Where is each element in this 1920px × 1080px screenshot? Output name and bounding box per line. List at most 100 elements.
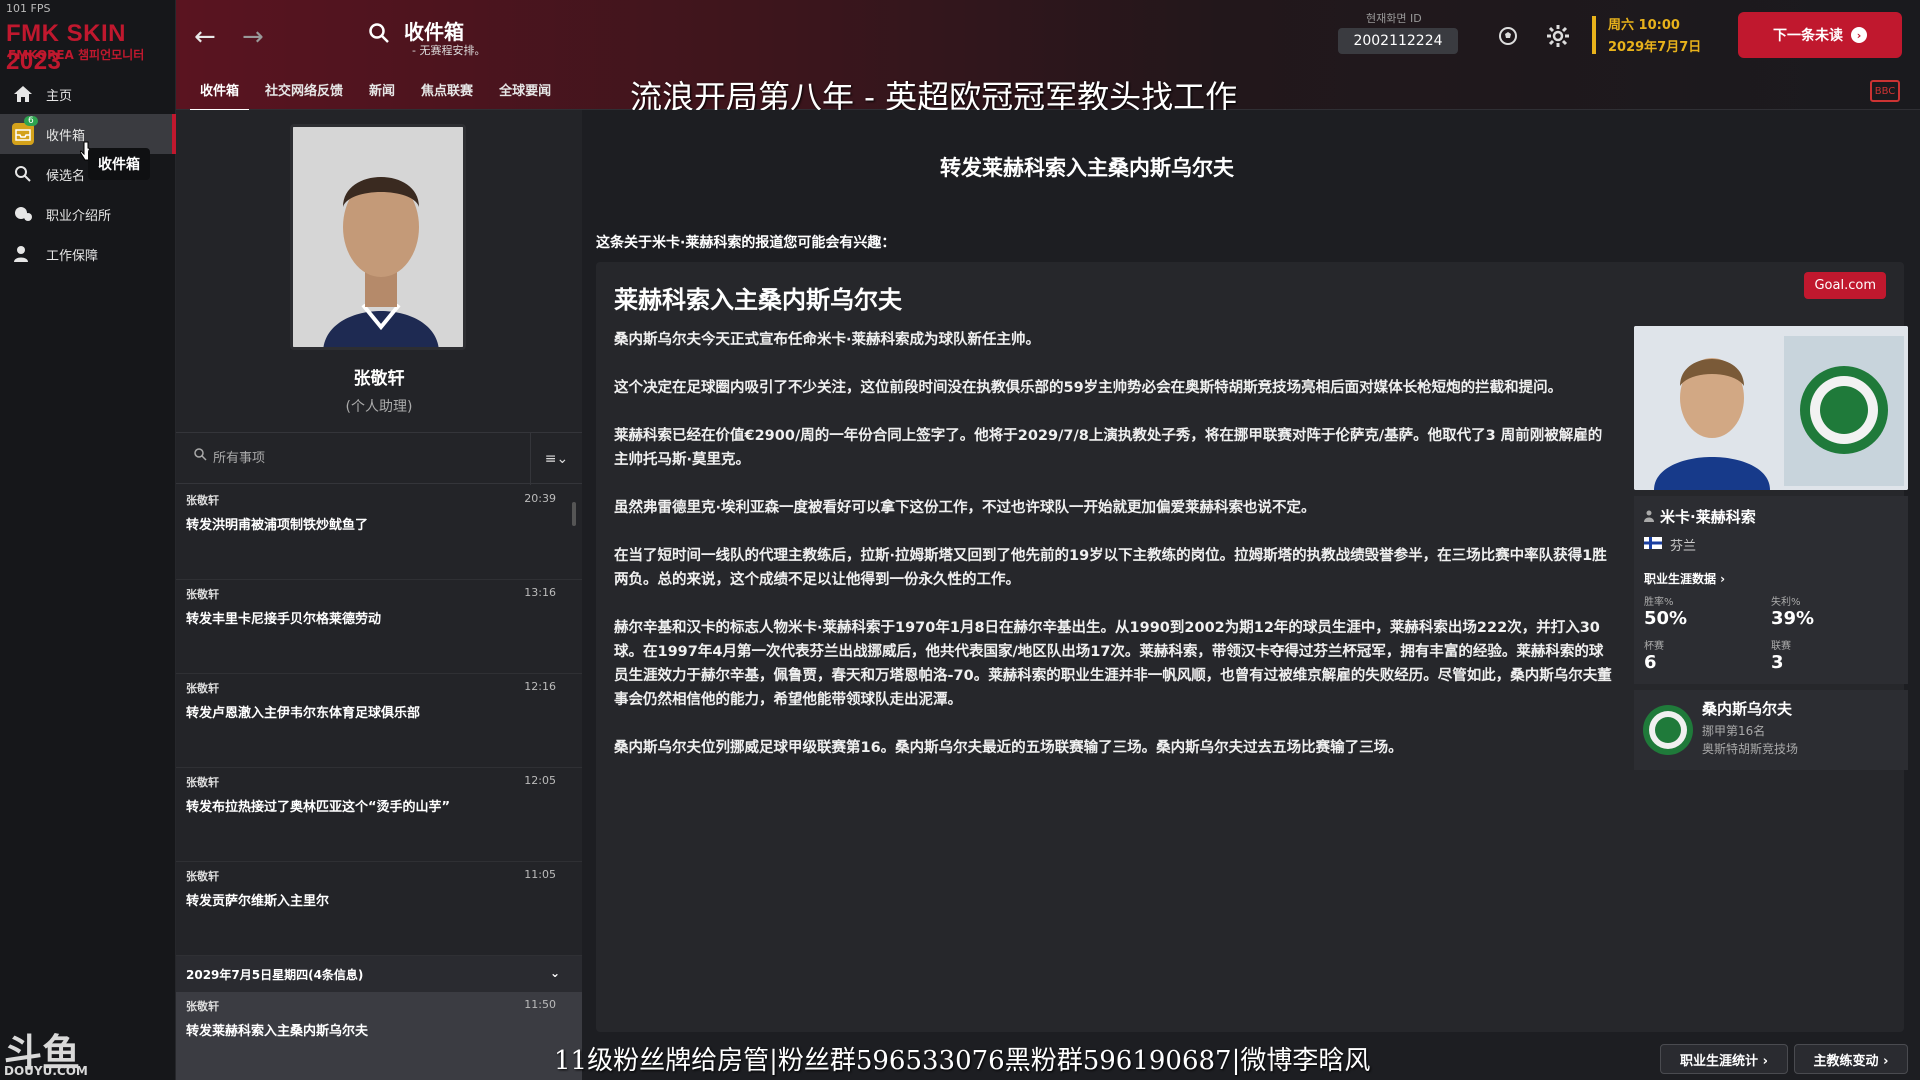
message-sender: 张敬轩	[186, 494, 219, 507]
club-name: 桑内斯乌尔夫	[1702, 700, 1793, 718]
stat-label: 杯赛	[1644, 641, 1664, 652]
article-paragraph: 这个决定在足球圈内吸引了不少关注，这位前段时间没在执教俱乐部的59岁主帅势必会在…	[614, 380, 1563, 396]
club-card[interactable]: 桑内斯乌尔夫 挪甲第16名 奥斯特胡斯竞技场	[1634, 690, 1908, 770]
message-subject: 转发莱赫科索入主桑内斯乌尔夫	[186, 1024, 369, 1039]
sidebar-item-home[interactable]: 主页	[0, 74, 176, 114]
message-subject: 转发丰里卡尼接手贝尔格莱德劳动	[186, 612, 382, 627]
list-filter-button[interactable]: ≡⌄	[530, 433, 582, 485]
tab-inbox[interactable]: 收件箱	[190, 76, 250, 112]
home-icon	[12, 83, 34, 105]
job-security-icon	[12, 243, 34, 265]
stream-overlay-bottom: 11级粉丝牌给房管|粉丝群596533076黑粉群596190687|微博李晗风	[554, 1046, 1371, 1076]
list-item[interactable]: 张敬轩 12:16 转发卢恩澈入主伊韦尔东体育足球俱乐部	[176, 674, 582, 768]
tab-social-feedback[interactable]: 社交网络反馈	[255, 76, 353, 112]
agency-icon	[12, 203, 34, 225]
message-subject: 转发贡萨尔维斯入主里尔	[186, 894, 330, 909]
message-time: 12:16	[524, 680, 556, 693]
message-subject: 转发布拉热接过了奥林匹亚这个“烫手的山芋”	[186, 800, 451, 815]
forward-arrow-icon[interactable]: →	[242, 22, 264, 52]
date-accent-bar	[1592, 16, 1596, 54]
article-paragraph: 莱赫科索已经在价值€2900/周的一年份合同上签字了。他将于2029/7/8上演…	[614, 428, 1603, 468]
stat-label: 联赛	[1771, 641, 1791, 652]
inbox-badge: 6	[24, 116, 38, 126]
person-icon	[1644, 508, 1654, 526]
list-item[interactable]: 张敬轩 12:05 转发布拉热接过了奥林匹亚这个“烫手的山芋”	[176, 768, 582, 862]
fps-counter: 101 FPS	[6, 2, 51, 15]
tab-focus-league[interactable]: 焦点联赛	[411, 76, 483, 112]
manager-nation-row: 芬兰	[1644, 535, 1898, 554]
message-time: 11:50	[524, 998, 556, 1011]
sidebar-item-label: 工作保障	[46, 248, 99, 264]
sidebar-item-job-security[interactable]: 工作保障	[0, 234, 176, 274]
next-unread-button[interactable]: 下一条未读 ›	[1738, 12, 1902, 58]
stat-label: 胜率%	[1644, 597, 1674, 608]
inbox-icon	[12, 123, 34, 145]
message-time: 20:39	[524, 492, 556, 505]
list-item[interactable]: 张敬轩 11:05 转发贡萨尔维斯入主里尔	[176, 862, 582, 956]
inbox-message-list: 张敬轩 20:39 转发洪明甫被浦项制铁炒鱿鱼了 张敬轩 13:16 转发丰里卡…	[176, 486, 582, 1080]
message-time: 13:16	[524, 586, 556, 599]
manager-info: 米卡·莱赫科索 芬兰 职业生涯数据 › 胜率% 50% 失利% 39% 杯赛 6…	[1634, 496, 1908, 684]
tab-world-news[interactable]: 全球要闻	[489, 76, 561, 112]
manager-nation: 芬兰	[1670, 539, 1697, 554]
manager-name-row[interactable]: 米卡·莱赫科索	[1644, 506, 1898, 527]
page-subtitle: - 无赛程安排。	[412, 44, 486, 57]
message-title: 转发莱赫科索入主桑内斯乌尔夫	[940, 156, 1234, 180]
article-paragraph: 桑内斯乌尔夫位列挪威足球甲级联赛第16。桑内斯乌尔夫最近的五场联赛输了三场。桑内…	[614, 740, 1403, 756]
screen-id-value: 2002112224	[1338, 28, 1458, 54]
assistant-role: (个人助理)	[345, 399, 413, 415]
search-icon[interactable]	[368, 22, 390, 48]
message-subject: 转发洪明甫被浦项制铁炒鱿鱼了	[186, 518, 369, 533]
list-item-selected[interactable]: 张敬轩 11:50 转发莱赫科索入主桑内斯乌尔夫	[176, 992, 582, 1080]
inbox-search-input[interactable]: 所有事项	[194, 447, 265, 466]
sidebar-item-label: 主页	[46, 88, 73, 104]
article-paragraph: 桑内斯乌尔夫今天正式宣布任命米卡·莱赫科索成为球队新任主帅。	[614, 332, 1041, 348]
stat-value: 50%	[1644, 608, 1688, 629]
screen-id-label: 현재화면 ID	[1366, 12, 1422, 25]
date-group-header[interactable]: 2029年7月5日星期四(4条信息) ⌄	[176, 956, 582, 992]
stat-value: 3	[1771, 652, 1784, 673]
career-data-link[interactable]: 职业生涯数据 ›	[1644, 570, 1898, 587]
bbc-icon[interactable]: BBC	[1870, 80, 1900, 102]
manager-card: 米卡·莱赫科索 芬兰 职业生涯数据 › 胜率% 50% 失利% 39% 杯赛 6…	[1634, 326, 1908, 770]
source-badge[interactable]: Goal.com	[1804, 272, 1886, 299]
manager-name: 米卡·莱赫科索	[1660, 508, 1756, 526]
list-item[interactable]: 张敬轩 20:39 转发洪明甫被浦项制铁炒鱿鱼了	[176, 486, 582, 580]
search-icon	[194, 448, 207, 465]
assistant-name: 张敬轩	[353, 369, 405, 389]
inbox-list-panel: 张敬轩 (个人助理) 所有事项 ≡⌄ 张敬轩 20:39 转发洪明甫被浦项制铁炒…	[176, 110, 582, 1080]
club-position: 挪甲第16名	[1702, 724, 1766, 738]
list-item[interactable]: 张敬轩 13:16 转发丰里卡尼接手贝尔格莱德劳动	[176, 580, 582, 674]
stat-cups: 杯赛 6	[1644, 637, 1771, 673]
message-sender: 张敬轩	[186, 1000, 219, 1013]
menu-icon: ≡⌄	[544, 451, 569, 467]
stat-value: 39%	[1771, 608, 1815, 629]
manager-photo[interactable]	[1634, 326, 1908, 490]
tab-news[interactable]: 新闻	[359, 76, 405, 112]
article-paragraph: 赫尔辛基和汉卡的标志人物米卡·莱赫科索于1970年1月8日在赫尔辛基出生。从19…	[614, 620, 1612, 708]
manager-moves-button[interactable]: 主教练变动 ›	[1794, 1044, 1908, 1074]
sidebar-item-label: 职业介绍所	[46, 208, 112, 224]
finland-flag-icon	[1644, 536, 1662, 553]
sidebar-item-agency[interactable]: 职业介绍所	[0, 194, 176, 234]
skin-logo-sub: FMKOREA 챔피언모니터	[8, 48, 145, 62]
football-icon[interactable]	[1498, 26, 1518, 50]
sidebar-tooltip: 收件箱	[88, 148, 150, 180]
career-stats-button[interactable]: 职业生涯统计 ›	[1660, 1044, 1788, 1074]
message-time: 11:05	[524, 868, 556, 881]
assistant-avatar	[290, 124, 466, 350]
douyu-watermark-sub: DOUYU.COM	[4, 1064, 88, 1078]
message-intro: 这条关于米卡·莱赫科索的报道您可能会有兴趣：	[596, 235, 896, 251]
back-arrow-icon[interactable]: ←	[194, 22, 216, 52]
club-stadium: 奥斯特胡斯竞技场	[1702, 742, 1799, 756]
message-subject: 转发卢恩澈入主伊韦尔东体育足球俱乐部	[186, 706, 421, 721]
inbox-search-placeholder: 所有事项	[213, 451, 266, 466]
page-title: 收件箱	[404, 20, 464, 44]
chevron-down-icon: ⌄	[549, 966, 560, 980]
current-time: 周六 10:00	[1608, 18, 1680, 33]
stat-loss-rate: 失利% 39%	[1771, 593, 1898, 629]
message-sender: 张敬轩	[186, 682, 219, 695]
gear-icon[interactable]	[1546, 24, 1570, 52]
message-sender: 张敬轩	[186, 870, 219, 883]
current-date: 2029年7月7日	[1608, 40, 1702, 55]
